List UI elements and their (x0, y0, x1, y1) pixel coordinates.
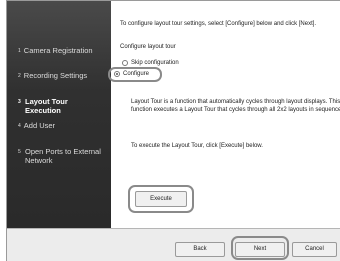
step-label: Add User (23, 121, 56, 130)
wizard-content: To configure layout tour settings, selec… (108, 1, 340, 228)
step-add-user: 4 Add User (18, 121, 55, 131)
description-line-1: Layout Tour is a function that automatic… (131, 99, 340, 105)
step-label: Open Ports to External Network (25, 147, 101, 165)
wizard-steps-sidebar: 1 Camera Registration 2 Recording Settings… (7, 1, 111, 228)
step-number: 5 (18, 149, 21, 155)
next-button[interactable]: Next (235, 242, 285, 257)
cancel-button[interactable]: Cancel (292, 242, 337, 257)
step-number: 1 (18, 47, 21, 54)
description-line-2: function executes a Layout Tour that cyc… (131, 107, 340, 113)
back-button[interactable]: Back (175, 242, 225, 257)
step-number: 3 (18, 99, 21, 105)
step-layout-tour-execution: 3 Layout Tour Execution (18, 97, 68, 115)
skip-configuration-radio[interactable] (122, 60, 128, 66)
step-label: Layout Tour Execution (25, 97, 68, 115)
execute-instruction: To execute the Layout Tour, click [Execu… (131, 143, 263, 149)
step-label: Camera Registration (23, 46, 93, 55)
step-label: Recording Settings (23, 71, 88, 80)
step-open-ports: 5 Open Ports to External Network (18, 147, 101, 165)
step-number: 4 (18, 122, 21, 129)
step-camera-registration: 1 Camera Registration (18, 46, 93, 56)
skip-configuration-label[interactable]: Skip configuration (131, 59, 179, 67)
step-recording-settings: 2 Recording Settings (18, 71, 87, 81)
step-number: 2 (18, 72, 21, 79)
section-title: Configure layout tour (120, 44, 176, 50)
execute-button[interactable]: Execute (135, 191, 187, 207)
wizard-footer (7, 228, 340, 261)
configure-radio[interactable] (114, 71, 120, 77)
configure-label[interactable]: Configure (123, 70, 149, 78)
instruction-text: To configure layout tour settings, selec… (120, 21, 317, 27)
